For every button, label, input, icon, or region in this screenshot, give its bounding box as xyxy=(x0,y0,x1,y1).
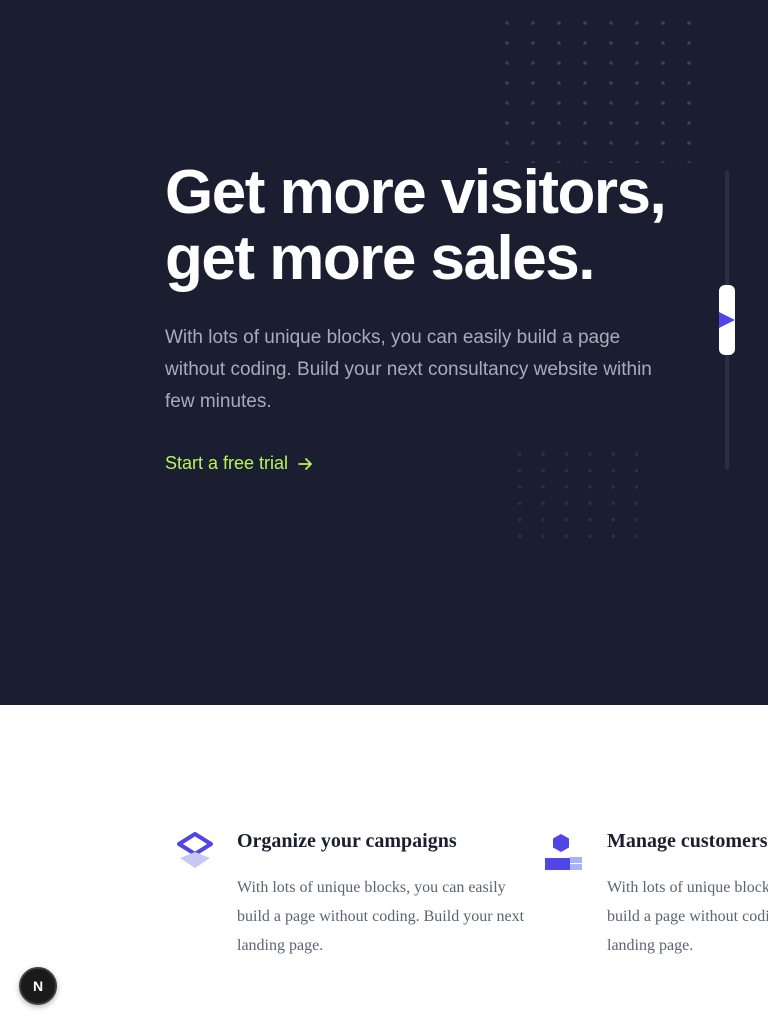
hero-section: Get more visitors, get more sales. With … xyxy=(0,0,768,705)
hero-subtitle: With lots of unique blocks, you can easi… xyxy=(165,327,652,412)
feature-description: With lots of unique blocks, you can easi… xyxy=(237,879,525,954)
cta-label: Start a free trial xyxy=(165,453,289,473)
arrow-right-icon xyxy=(296,454,314,472)
dot-pattern-decoration xyxy=(494,13,694,163)
hero-title: Get more visitors, get more sales. xyxy=(165,160,725,292)
scrollbar-handle[interactable] xyxy=(719,285,735,355)
start-free-trial-link[interactable]: Start a free trial xyxy=(165,450,314,476)
dot-pattern-decoration xyxy=(508,446,638,538)
customers-icon xyxy=(545,832,583,877)
feature-title: Organize your campaigns xyxy=(237,830,457,852)
feature-description: With lots of unique blocks, you can easi… xyxy=(607,879,768,954)
badge-letter: N xyxy=(33,978,43,994)
hero-title-line-2: get more sales. xyxy=(165,224,595,293)
feature-title: Manage customers xyxy=(607,830,768,852)
play-icon xyxy=(719,312,735,328)
nextjs-devtools-badge[interactable]: N xyxy=(19,967,57,1005)
features-section: Organize your campaigns With lots of uni… xyxy=(0,705,768,1024)
hero-title-line-1: Get more visitors, xyxy=(165,158,667,227)
layers-icon xyxy=(177,832,213,875)
n-logo-icon: N xyxy=(33,978,43,994)
